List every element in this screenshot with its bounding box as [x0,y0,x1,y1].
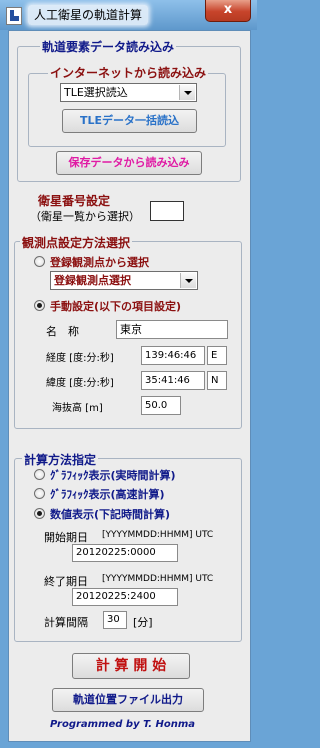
end-date-label: 終了期日 [44,575,88,588]
credit-text: Programmed by T. Honma [50,719,196,730]
export-orbit-file-button[interactable]: 軌道位置ファイル出力 [52,688,204,712]
longitude-direction-input[interactable]: E [207,346,227,365]
name-label: 名 称 [46,325,79,338]
name-input[interactable]: 東京 [116,320,228,339]
interval-input[interactable]: 30 [103,611,127,629]
start-date-format: [YYYYMMDD:HHMM] UTC [102,530,214,540]
registered-point-select[interactable]: 登録観測点選択 [50,271,198,290]
registered-select-value: 登録観測点選択 [54,274,131,287]
numeric-display-radio[interactable] [34,508,45,519]
altitude-label: 海抜高 [m] [52,403,103,414]
calculation-group-title: 計算方法指定 [22,451,99,468]
chevron-down-icon[interactable] [179,85,195,100]
chevron-down-icon[interactable] [180,273,196,288]
latitude-direction-input[interactable]: N [207,371,227,390]
longitude-input[interactable]: 139:46:46 [141,346,205,365]
window-title: 人工衛星の軌道計算 [28,5,149,25]
tle-bulk-load-button[interactable]: TLEデータ一括読込 [62,109,197,133]
internet-group-title: インターネットから読み込み [48,64,209,81]
interval-unit: [分] [133,616,153,629]
end-date-input[interactable]: 20120225:2400 [72,588,178,606]
observation-group-title: 観測点設定方法選択 [20,234,133,251]
tle-select[interactable]: TLE選択読込 [60,83,197,102]
latitude-input[interactable]: 35:41:46 [141,371,205,390]
end-date-format: [YYYYMMDD:HHMM] UTC [102,574,214,584]
satellite-list-hint: （衛星一覧から選択） [30,210,140,223]
load-saved-data-button[interactable]: 保存データから読み込み [56,151,202,175]
graphic-realtime-label[interactable]: ｸﾞﾗﾌｨｯｸ表示(実時間計算) [50,467,176,483]
graphic-realtime-radio[interactable] [34,469,45,480]
altitude-input[interactable]: 50.0 [141,396,181,415]
numeric-display-label[interactable]: 数値表示(下記時間計算) [50,506,170,522]
interval-label: 計算間隔 [44,616,88,629]
graphic-fast-radio[interactable] [34,488,45,499]
tle-select-value: TLE選択読込 [64,86,128,99]
graphic-fast-label[interactable]: ｸﾞﾗﾌｨｯｸ表示(高速計算) [50,486,165,502]
latitude-label: 緯度 [度:分:秒] [46,378,114,389]
start-date-label: 開始期日 [44,531,88,544]
close-button[interactable]: x [205,0,251,22]
start-calculation-button[interactable]: 計 算 開 始 [72,653,190,679]
app-icon [6,7,22,25]
registered-point-radio[interactable] [34,256,45,267]
start-date-input[interactable]: 20120225:0000 [72,544,178,562]
satellite-number-input[interactable] [150,201,184,221]
satellite-number-label: 衛星番号設定 [38,194,111,208]
manual-setting-radio[interactable] [34,300,45,311]
orbit-group-title: 軌道要素データ読み込み [40,38,177,55]
registered-point-label[interactable]: 登録観測点から選択 [50,254,149,270]
manual-setting-label[interactable]: 手動設定(以下の項目設定) [50,298,181,314]
longitude-label: 経度 [度:分:秒] [46,353,114,364]
